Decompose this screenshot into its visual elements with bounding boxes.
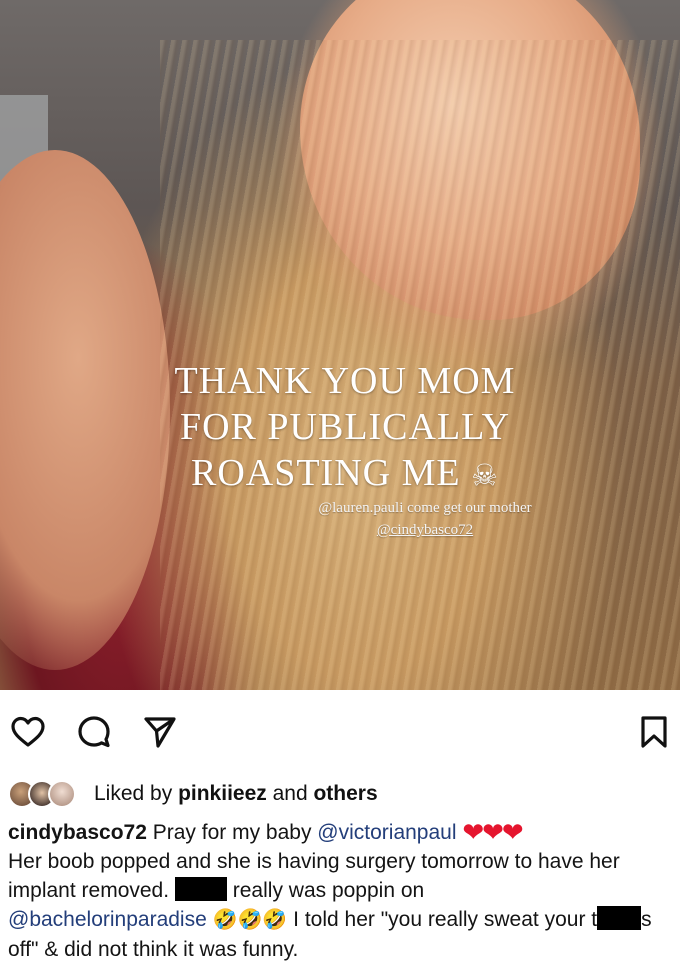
comment-icon[interactable] — [72, 710, 116, 754]
instagram-post: THANK YOU MOM FOR PUBLICALLY ROASTING ME… — [0, 0, 680, 977]
redaction-box — [597, 906, 642, 930]
likes-others[interactable]: others — [313, 782, 377, 805]
likes-row: Liked by pinkiieez and others — [8, 778, 378, 810]
story-text-line: FOR PUBLICALLY — [179, 406, 511, 448]
skull-icon: ☠ — [471, 459, 500, 493]
heart-emoji-icon: ❤❤❤ — [462, 817, 523, 847]
heart-icon[interactable] — [6, 710, 50, 754]
laughing-emoji-icon: 🤣🤣🤣 — [212, 909, 288, 931]
post-photo[interactable]: THANK YOU MOM FOR PUBLICALLY ROASTING ME… — [0, 0, 680, 690]
story-mention-line[interactable]: @lauren.pauli come get our mother — [240, 497, 610, 519]
caption-text: really was poppin on — [226, 879, 425, 902]
story-text-line: THANK YOU MOM — [174, 360, 516, 402]
story-text-last: ROASTING ME — [190, 452, 461, 494]
caption-username[interactable]: cindybasco72 — [8, 821, 147, 844]
share-icon[interactable] — [138, 710, 182, 754]
caption-text: I told her "you really sweat your t — [287, 908, 598, 931]
bookmark-icon[interactable] — [632, 710, 676, 754]
caption-mention[interactable]: @victorianpaul — [317, 821, 456, 844]
post-caption: cindybasco72 Pray for my baby @victorian… — [8, 818, 672, 964]
story-text-line: ROASTING ME ☠ — [110, 450, 580, 499]
likes-middle: and — [266, 782, 314, 805]
likes-prefix: Liked by — [94, 782, 179, 805]
story-mention-text: @lauren.pauli come get our mother @cindy… — [240, 497, 610, 541]
likes-text[interactable]: Liked by pinkiieez and others — [94, 782, 378, 806]
story-mention-tag[interactable]: @cindybasco72 — [240, 519, 610, 541]
action-bar — [0, 710, 680, 758]
caption-mention[interactable]: @bachelorinparadise — [8, 908, 207, 931]
liker-avatars[interactable] — [8, 779, 86, 809]
caption-text: Pray for my baby — [146, 821, 318, 844]
redaction-box — [174, 877, 227, 901]
likes-user[interactable]: pinkiieez — [178, 782, 267, 805]
avatar — [48, 780, 76, 808]
story-overlay-text: THANK YOU MOM FOR PUBLICALLY ROASTING ME… — [110, 358, 580, 499]
